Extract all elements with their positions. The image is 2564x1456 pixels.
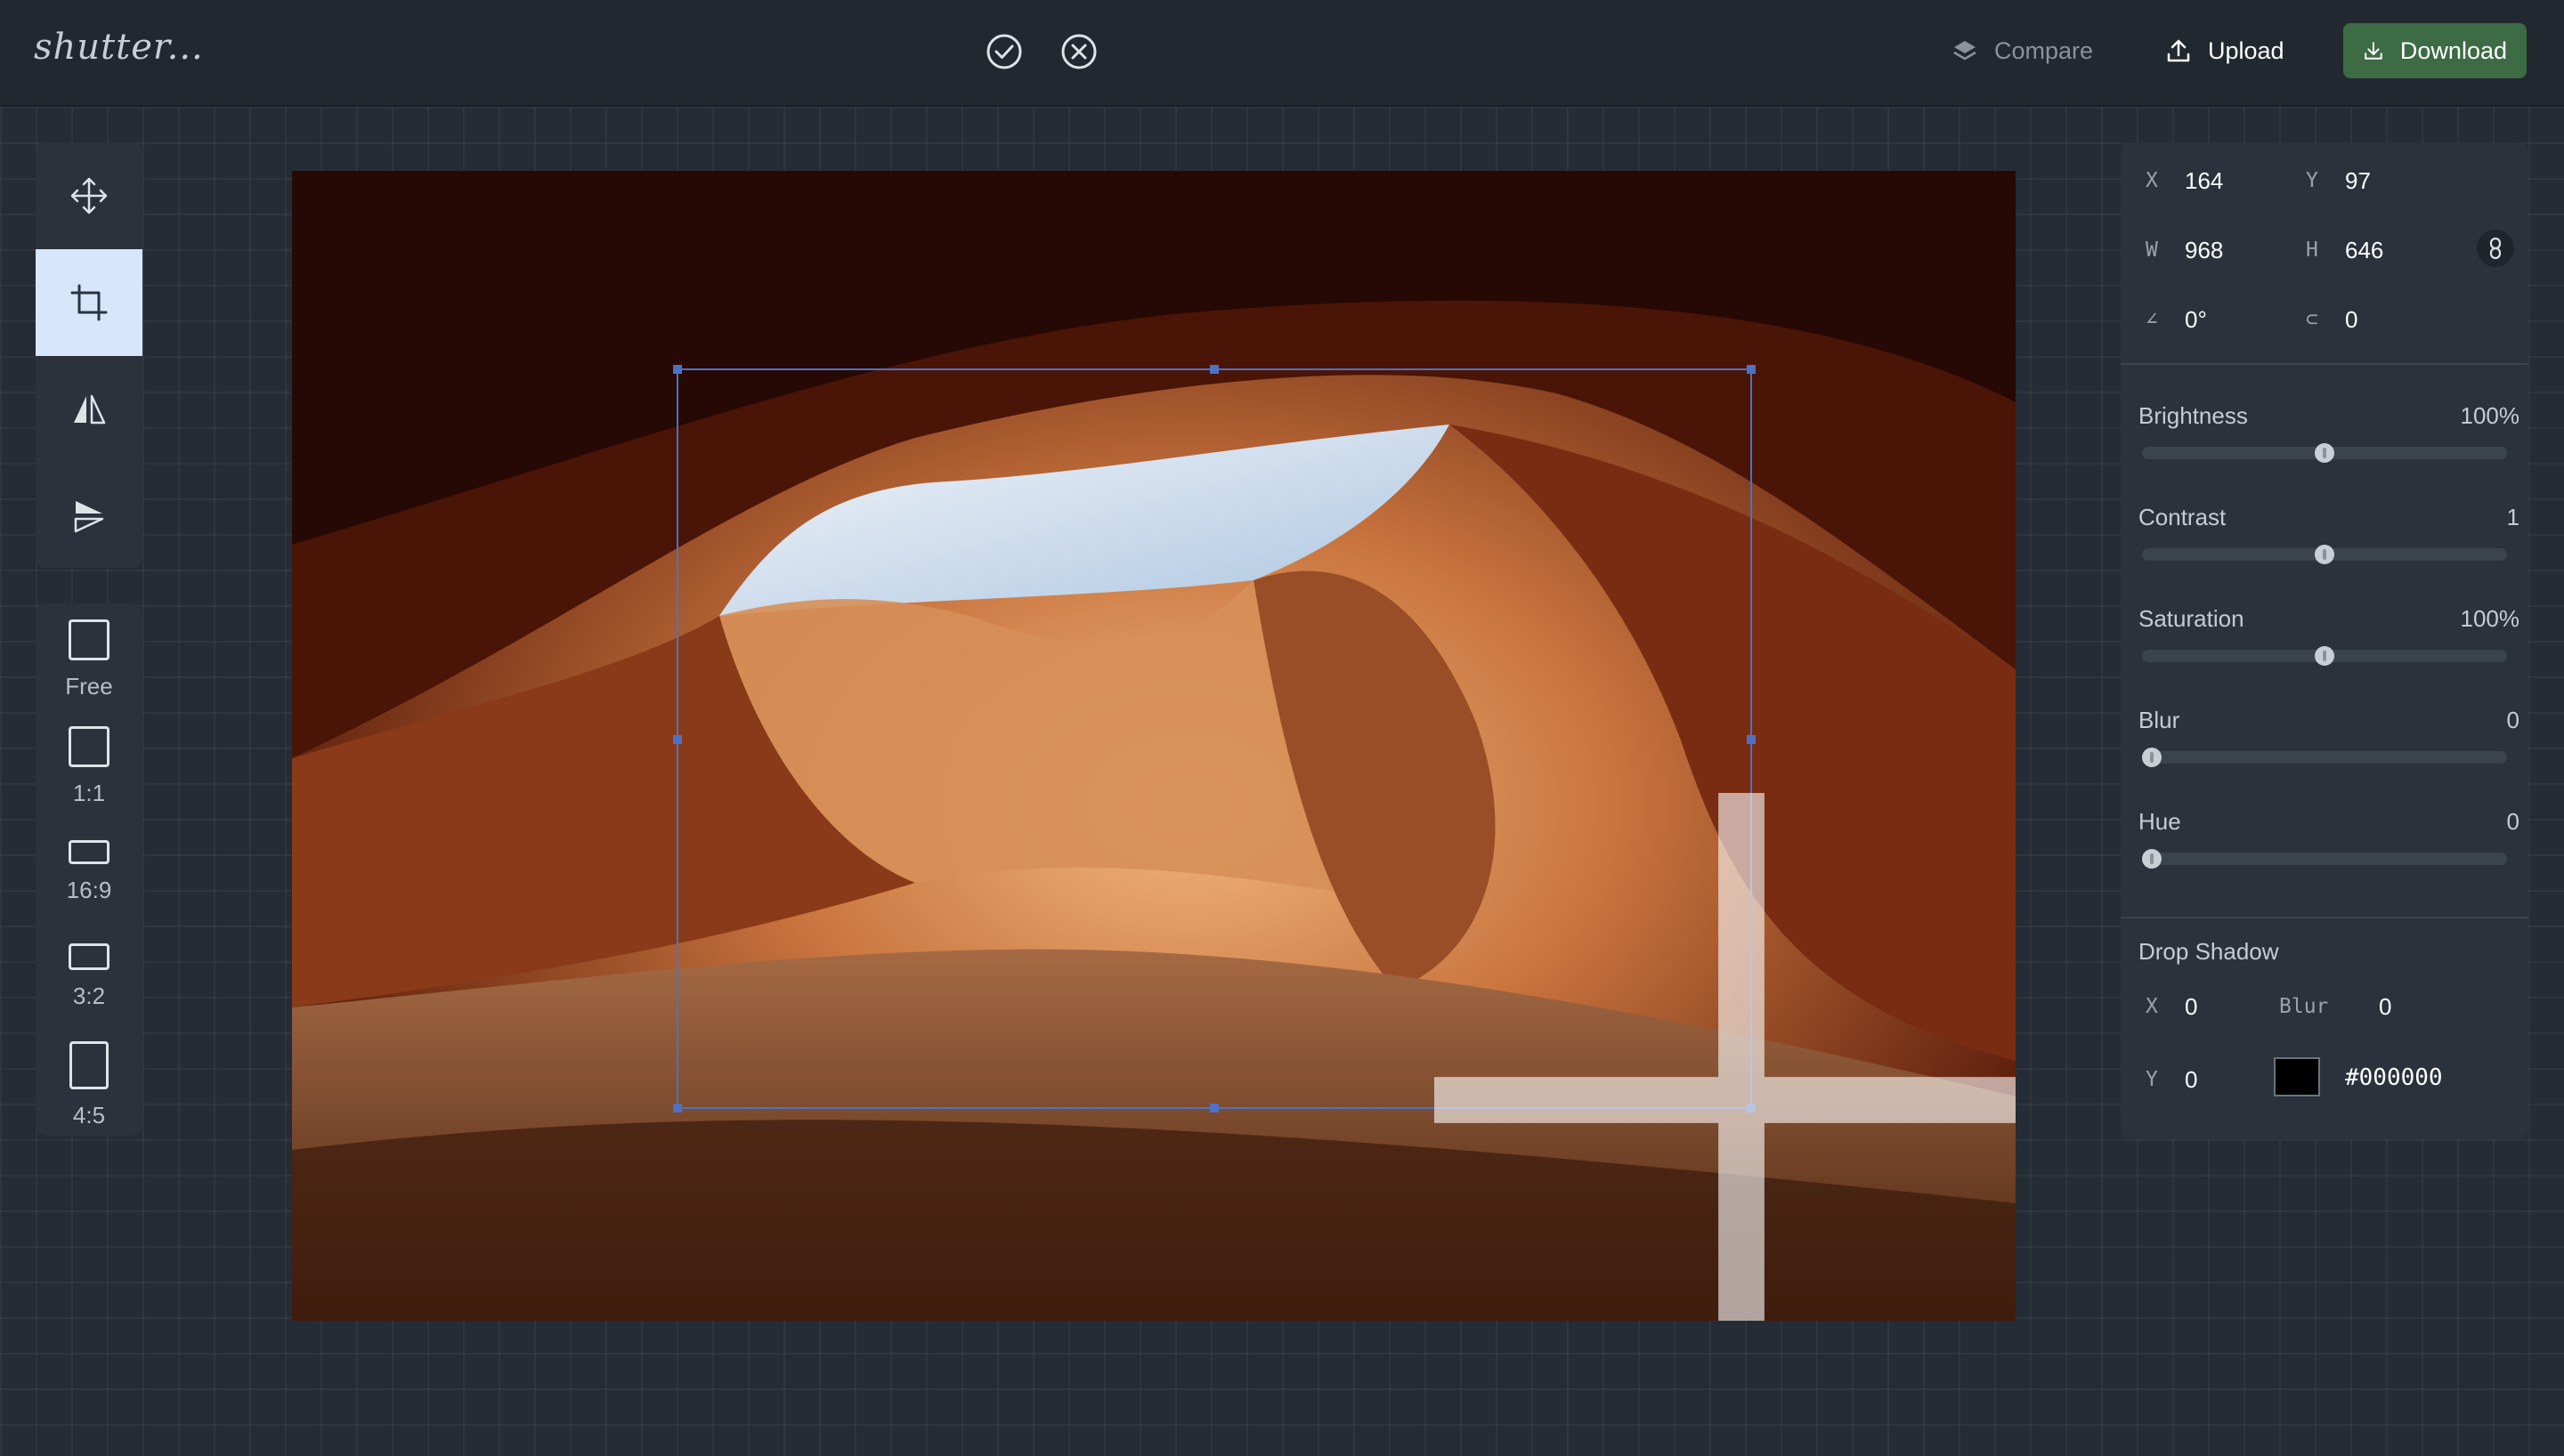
shadow-x-field[interactable]: 0 <box>2185 993 2197 1021</box>
brightness-slider[interactable] <box>2142 443 2507 463</box>
download-label: Download <box>2399 36 2507 64</box>
crop-icon <box>70 284 108 321</box>
hue-slider[interactable] <box>2142 849 2507 869</box>
ratio-label: 16:9 <box>66 877 112 903</box>
app-logo: shutter... <box>34 27 204 68</box>
move-arrows-icon <box>70 177 108 214</box>
angle-icon: ∠ <box>2146 308 2158 331</box>
crop-center-crosshair-icon <box>1434 793 2016 1321</box>
crop-handle-top-left[interactable] <box>673 365 682 374</box>
contrast-value: 1 <box>2506 504 2519 530</box>
x-circle-icon <box>1061 34 1097 69</box>
brightness-slider-thumb[interactable] <box>2315 443 2334 463</box>
upload-button[interactable]: Upload <box>2146 23 2304 78</box>
contrast-slider-thumb[interactable] <box>2315 545 2334 564</box>
crop-tool[interactable] <box>36 249 142 356</box>
ratio-free[interactable]: Free <box>36 619 142 700</box>
crop-handle-top-right[interactable] <box>1747 365 1756 374</box>
brightness-label: Brightness <box>2138 402 2248 429</box>
download-icon <box>2365 42 2382 60</box>
saturation-value: 100% <box>2460 605 2520 632</box>
x-label: X <box>2146 169 2158 192</box>
height-field[interactable]: 646 <box>2345 237 2383 264</box>
ratio-label: Free <box>65 673 113 700</box>
shadow-blur-field[interactable]: 0 <box>2379 993 2391 1021</box>
corner-radius-field[interactable]: 0 <box>2345 306 2357 334</box>
top-bar: shutter... Compare Upload Download <box>0 0 2564 107</box>
ratio-label: 1:1 <box>72 780 106 806</box>
contrast-label: Contrast <box>2138 504 2227 530</box>
flip-horizontal-icon <box>74 394 106 425</box>
crop-selection-box[interactable] <box>673 365 2016 1321</box>
crop-handle-top[interactable] <box>1210 365 1219 374</box>
crop-handle-left[interactable] <box>673 735 682 744</box>
ratio-wide-shape-icon <box>69 840 110 864</box>
ratio-1-1[interactable]: 1:1 <box>36 726 142 807</box>
ratio-label: 4:5 <box>72 1102 106 1128</box>
compare-button[interactable]: Compare <box>1932 23 2113 78</box>
hue-slider-thumb[interactable] <box>2142 849 2162 869</box>
ratio-free-shape-icon <box>69 619 110 660</box>
divider <box>2121 363 2528 365</box>
brightness-value: 100% <box>2460 402 2520 429</box>
shadow-x-label: X <box>2146 995 2158 1018</box>
h-label: H <box>2306 239 2318 262</box>
cancel-crop-button[interactable] <box>1059 32 1099 71</box>
blur-slider[interactable] <box>2142 748 2507 767</box>
hue-label: Hue <box>2138 808 2181 835</box>
upload-label: Upload <box>2208 36 2284 64</box>
flip-horizontal-tool[interactable] <box>36 356 142 463</box>
flip-vertical-icon <box>74 501 104 533</box>
compare-label: Compare <box>1994 36 2094 64</box>
lock-aspect-button[interactable] <box>2477 230 2514 267</box>
check-circle-icon <box>986 34 1022 69</box>
y-field[interactable]: 97 <box>2345 167 2371 195</box>
contrast-slider[interactable] <box>2142 545 2507 564</box>
corner-radius-icon: ⊂ <box>2306 308 2318 331</box>
ratio-16-9[interactable]: 16:9 <box>36 840 142 904</box>
saturation-slider-thumb[interactable] <box>2315 646 2334 666</box>
y-label: Y <box>2306 169 2318 192</box>
flip-vertical-tool[interactable] <box>36 463 142 568</box>
divider <box>2121 917 2528 918</box>
blur-slider-thumb[interactable] <box>2142 748 2162 767</box>
shadow-y-label: Y <box>2146 1068 2158 1091</box>
saturation-label: Saturation <box>2138 605 2244 632</box>
shadow-y-field[interactable]: 0 <box>2185 1066 2197 1094</box>
image-canvas[interactable] <box>292 171 2016 1321</box>
hue-value: 0 <box>2506 808 2519 835</box>
w-label: W <box>2146 239 2158 262</box>
tool-panel <box>36 142 142 568</box>
saturation-slider[interactable] <box>2142 646 2507 666</box>
shadow-color-swatch[interactable] <box>2274 1057 2320 1096</box>
properties-panel: X 164 Y 97 W 968 H 646 ∠ 0° ⊂ 0 Brightne… <box>2121 142 2528 1139</box>
upload-icon <box>2167 39 2190 62</box>
link-icon <box>2489 237 2502 260</box>
blur-label: Blur <box>2138 707 2180 733</box>
move-tool[interactable] <box>36 142 142 249</box>
layers-icon <box>1953 41 1976 61</box>
download-button[interactable]: Download <box>2343 23 2527 78</box>
aspect-ratio-panel: Free 1:1 16:9 3:2 4:5 <box>36 603 142 1136</box>
ratio-3-2[interactable]: 3:2 <box>36 943 142 1010</box>
x-field[interactable]: 164 <box>2185 167 2223 195</box>
ratio-portrait-shape-icon <box>69 1041 109 1089</box>
blur-value: 0 <box>2506 707 2519 733</box>
ratio-landscape-shape-icon <box>69 943 110 970</box>
apply-crop-button[interactable] <box>985 32 1024 71</box>
width-field[interactable]: 968 <box>2185 237 2223 264</box>
crop-handle-bottom-left[interactable] <box>673 1104 682 1112</box>
drop-shadow-title: Drop Shadow <box>2138 938 2279 965</box>
ratio-4-5[interactable]: 4:5 <box>36 1041 142 1129</box>
shadow-color-hex[interactable]: #000000 <box>2345 1064 2443 1091</box>
shadow-blur-label: Blur <box>2279 995 2329 1018</box>
ratio-square-shape-icon <box>69 726 110 767</box>
ratio-label: 3:2 <box>72 983 106 1009</box>
angle-field[interactable]: 0° <box>2185 306 2207 334</box>
